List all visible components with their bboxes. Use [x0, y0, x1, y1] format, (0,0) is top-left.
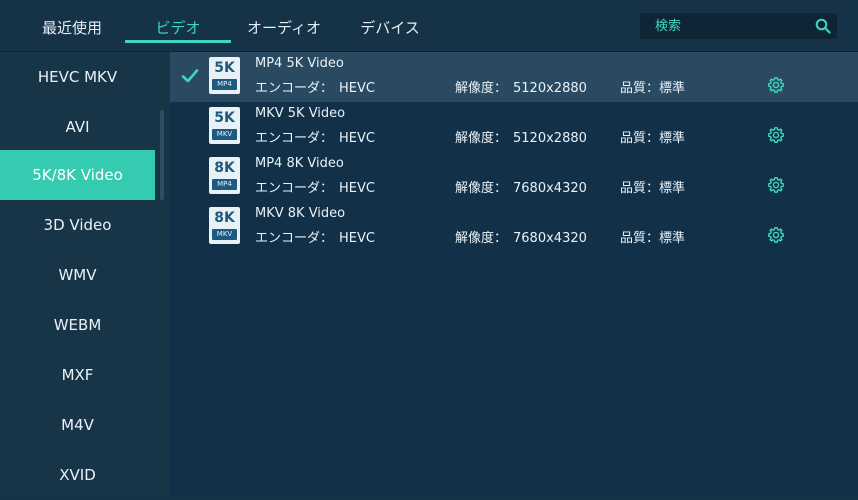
encoder-label: エンコーダ：: [255, 181, 334, 196]
format-category-sidebar: HEVC MKV AVI 5K/8K Video 3D Video WMV WE…: [0, 52, 170, 498]
quality-value: 標準: [659, 181, 686, 196]
sidebar-scrollbar[interactable]: [160, 110, 164, 200]
quality-info: 品質：標準: [620, 227, 685, 246]
format-badge-resolution: 8K: [214, 160, 235, 176]
quality-info: 品質：標準: [620, 127, 685, 146]
quality-label: 品質：: [620, 131, 660, 146]
format-badge-icon: 5K MP4: [209, 57, 240, 94]
format-badge-resolution: 8K: [214, 210, 235, 226]
format-title: MKV 8K Video: [255, 206, 346, 221]
resolution-label: 解像度：: [455, 131, 508, 146]
check-icon: [181, 69, 199, 83]
resolution-info: 解像度： 5120x2880: [455, 77, 587, 96]
format-badge-icon: 8K MP4: [209, 157, 240, 194]
format-badge-container: MKV: [212, 229, 237, 240]
encoder-info: エンコーダ： HEVC: [255, 77, 375, 96]
resolution-info: 解像度： 7680x4320: [455, 177, 587, 196]
encoder-info: エンコーダ： HEVC: [255, 127, 375, 146]
encoder-value: HEVC: [339, 131, 375, 146]
format-row-mkv-8k[interactable]: 8K MKV MKV 8K Video エンコーダ： HEVC 解像度： 7680x…: [170, 202, 858, 252]
tab-device[interactable]: デバイス: [340, 0, 440, 44]
encoder-value: HEVC: [339, 81, 375, 96]
sidebar-item-5k-8k-video[interactable]: 5K/8K Video: [0, 150, 155, 200]
encoder-label: エンコーダ：: [255, 131, 334, 146]
resolution-value: 7680x4320: [513, 181, 587, 196]
quality-label: 品質：: [620, 181, 660, 196]
format-row-mp4-5k[interactable]: 5K MP4 MP4 5K Video エンコーダ： HEVC 解像度： 5120x…: [170, 52, 858, 102]
resolution-value: 5120x2880: [513, 131, 587, 146]
resolution-label: 解像度：: [455, 231, 508, 246]
format-badge-resolution: 5K: [214, 60, 235, 76]
format-badge-resolution: 5K: [214, 110, 235, 126]
gear-icon[interactable]: [767, 226, 785, 244]
resolution-label: 解像度：: [455, 81, 508, 96]
sidebar-item-hevc-mkv[interactable]: HEVC MKV: [0, 52, 155, 102]
search-box: [640, 13, 837, 39]
encoder-info: エンコーダ： HEVC: [255, 227, 375, 246]
format-title: MP4 5K Video: [255, 56, 344, 71]
tab-video[interactable]: ビデオ: [128, 0, 228, 44]
sidebar-item-m4v[interactable]: M4V: [0, 400, 155, 450]
quality-value: 標準: [659, 131, 686, 146]
gear-icon[interactable]: [767, 176, 785, 194]
gear-icon[interactable]: [767, 126, 785, 144]
quality-info: 品質：標準: [620, 177, 685, 196]
quality-label: 品質：: [620, 81, 660, 96]
quality-value: 標準: [659, 81, 686, 96]
sidebar-item-wmv[interactable]: WMV: [0, 250, 155, 300]
format-badge-icon: 5K MKV: [209, 107, 240, 144]
encoder-label: エンコーダ：: [255, 81, 334, 96]
gear-icon[interactable]: [767, 76, 785, 94]
sidebar-item-3d-video[interactable]: 3D Video: [0, 200, 155, 250]
format-tab-bar: 最近使用 ビデオ オーディオ デバイス: [0, 0, 858, 52]
format-title: MKV 5K Video: [255, 106, 346, 121]
search-input[interactable]: [640, 13, 825, 39]
sidebar-item-mxf[interactable]: MXF: [0, 350, 155, 400]
format-title: MP4 8K Video: [255, 156, 344, 171]
quality-info: 品質：標準: [620, 77, 685, 96]
encoder-info: エンコーダ： HEVC: [255, 177, 375, 196]
format-badge-container: MP4: [212, 179, 237, 190]
format-badge-container: MKV: [212, 129, 237, 140]
quality-value: 標準: [659, 231, 686, 246]
tab-recent[interactable]: 最近使用: [22, 0, 122, 44]
resolution-info: 解像度： 7680x4320: [455, 227, 587, 246]
quality-label: 品質：: [620, 231, 660, 246]
format-list: 5K MP4 MP4 5K Video エンコーダ： HEVC 解像度： 5120x…: [170, 52, 858, 498]
resolution-value: 7680x4320: [513, 231, 587, 246]
format-row-mp4-8k[interactable]: 8K MP4 MP4 8K Video エンコーダ： HEVC 解像度： 7680x…: [170, 152, 858, 202]
format-badge-container: MP4: [212, 79, 237, 90]
format-badge-icon: 8K MKV: [209, 207, 240, 244]
resolution-label: 解像度：: [455, 181, 508, 196]
encoder-label: エンコーダ：: [255, 231, 334, 246]
resolution-info: 解像度： 5120x2880: [455, 127, 587, 146]
active-tab-indicator: [125, 40, 231, 43]
sidebar-item-webm[interactable]: WEBM: [0, 300, 155, 350]
search-icon[interactable]: [815, 18, 831, 34]
encoder-value: HEVC: [339, 181, 375, 196]
format-row-mkv-5k[interactable]: 5K MKV MKV 5K Video エンコーダ： HEVC 解像度： 5120x…: [170, 102, 858, 152]
sidebar-item-xvid[interactable]: XVID: [0, 450, 155, 500]
encoder-value: HEVC: [339, 231, 375, 246]
resolution-value: 5120x2880: [513, 81, 587, 96]
sidebar-item-avi[interactable]: AVI: [0, 102, 155, 152]
tab-audio[interactable]: オーディオ: [234, 0, 334, 44]
